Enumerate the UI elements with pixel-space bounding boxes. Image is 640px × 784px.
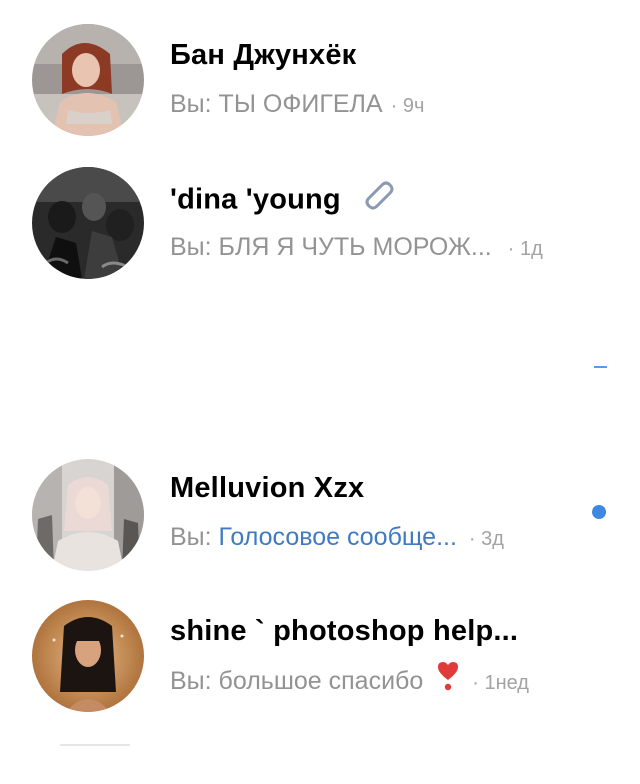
- dialog-last-message: Вы: Голосовое сообще... · 3д: [170, 523, 504, 552]
- avatar-photo-woman-bangs-icon: [32, 600, 144, 712]
- unread-indicator: [592, 505, 606, 519]
- dialog-title: Бан Джунхёк: [170, 39, 357, 71]
- avatar[interactable]: [32, 459, 144, 571]
- dialog-row[interactable]: shine ` photoshop help... Вы: большое сп…: [0, 578, 640, 712]
- typing-indicator: [594, 366, 607, 368]
- dialog-row[interactable]: 'dina 'young Вы: БЛЯ Я ЧУТЬ МОРОЖ... · 1д: [0, 143, 640, 279]
- avatar[interactable]: [32, 600, 144, 712]
- message-time: · 1д: [507, 238, 543, 260]
- dialog-last-message: Вы: ТЫ ОФИГЕЛА · 9ч: [170, 90, 424, 119]
- message-prefix: Вы:: [170, 90, 212, 118]
- avatar-photo-pale-hair-icon: [32, 459, 144, 571]
- avatar[interactable]: [32, 167, 144, 279]
- avatar-photo-woman-red-hair-icon: [32, 24, 144, 136]
- avatar-photo-dark-crowd-icon: [32, 167, 144, 279]
- dialog-last-message: Вы: большое спасибо · 1нед: [170, 662, 529, 699]
- dialog-title: shine ` photoshop help...: [170, 615, 519, 647]
- dialog-row[interactable]: Melluvion Xzx Вы: Голосовое сообще... · 3…: [0, 435, 640, 571]
- voice-message-link[interactable]: Голосовое сообще...: [219, 523, 457, 551]
- message-time: · 9ч: [390, 95, 425, 117]
- message-text: большое спасибо: [218, 667, 424, 696]
- heart-exclamation-icon: [436, 660, 460, 699]
- message-text: БЛЯ Я ЧУТЬ МОРОЖ...: [218, 233, 492, 261]
- dialog-title-text: 'dina 'young: [170, 183, 341, 216]
- paperclip-icon: [359, 178, 395, 220]
- dialog-row[interactable]: Бан Джунхёк Вы: ТЫ ОФИГЕЛА · 9ч: [0, 0, 640, 136]
- message-prefix: Вы:: [170, 523, 212, 551]
- message-time: · 1нед: [472, 672, 529, 695]
- dialog-title: 'dina 'young: [170, 181, 395, 220]
- dialog-last-message: Вы: БЛЯ Я ЧУТЬ МОРОЖ... · 1д: [170, 233, 543, 262]
- next-row-edge: [60, 744, 130, 746]
- message-text: ТЫ ОФИГЕЛА: [218, 90, 383, 118]
- dialog-title: Melluvion Xzx: [170, 472, 365, 504]
- avatar[interactable]: [32, 24, 144, 136]
- message-prefix: Вы:: [170, 233, 212, 261]
- message-time: · 3д: [468, 528, 504, 550]
- message-prefix: Вы:: [170, 667, 212, 696]
